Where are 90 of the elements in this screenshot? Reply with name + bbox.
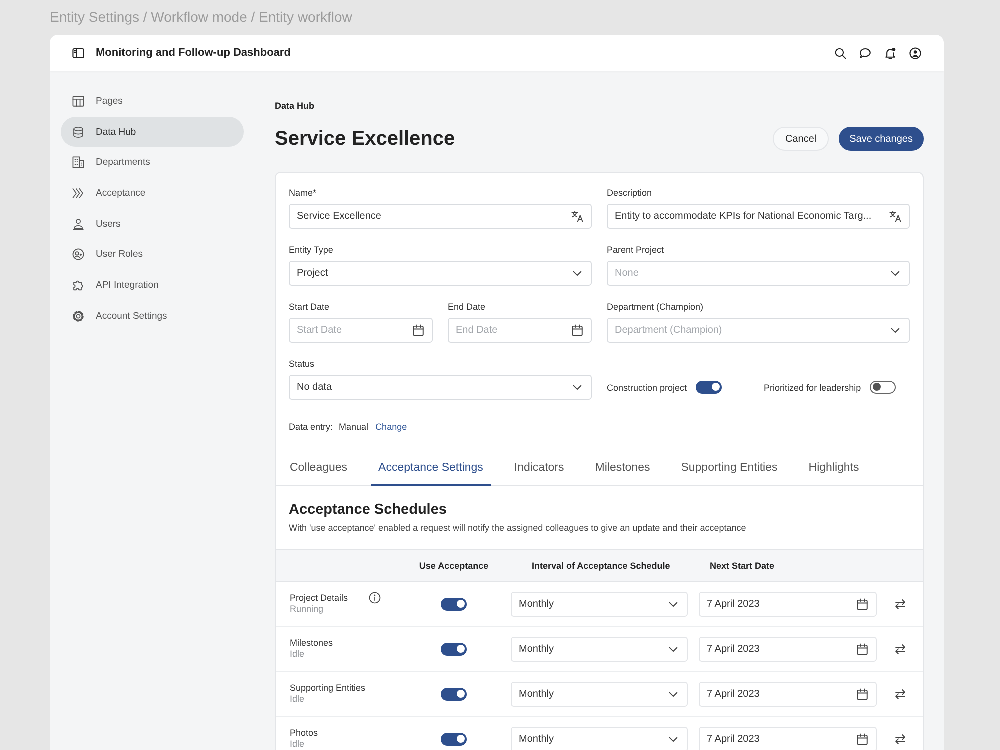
sidebar-item[interactable]: Acceptance bbox=[61, 178, 244, 209]
triple-chevron-icon bbox=[72, 186, 85, 200]
translate-icon[interactable] bbox=[571, 210, 584, 223]
sidebar-item[interactable]: Account Settings bbox=[61, 300, 244, 332]
toggle-switch[interactable] bbox=[441, 642, 467, 656]
section-description: With 'use acceptance' enabled a request will notify the assigned colleagues to give an update and their acceptance bbox=[289, 522, 748, 534]
cancel-button[interactable]: Cancel bbox=[773, 127, 829, 151]
field-label: Status bbox=[289, 358, 315, 370]
tab[interactable]: Colleagues bbox=[282, 453, 356, 486]
tab[interactable]: Milestones bbox=[587, 453, 658, 486]
building-icon bbox=[72, 156, 85, 170]
field-label: Parent Project bbox=[607, 244, 664, 256]
row-status: Idle bbox=[290, 739, 306, 750]
tab[interactable]: Supporting Entities bbox=[673, 453, 786, 486]
gear-icon bbox=[72, 310, 85, 323]
row-title: Photos bbox=[290, 728, 318, 739]
app-title: Monitoring and Follow-up Dashboard bbox=[96, 47, 291, 59]
data-entry-value: Manual bbox=[339, 421, 369, 433]
sidebar-item[interactable]: Users bbox=[61, 208, 244, 240]
dropdown[interactable]: Monthly bbox=[511, 682, 688, 706]
section-label: Data Hub bbox=[275, 100, 315, 112]
user-circle-icon bbox=[72, 248, 85, 262]
sidebar-item[interactable]: Pages bbox=[61, 86, 244, 117]
sidebar-item[interactable]: Data Hub bbox=[61, 116, 244, 148]
field-label: Name* bbox=[289, 187, 317, 199]
column-header: Next Start Date bbox=[709, 560, 775, 570]
info-icon[interactable] bbox=[369, 592, 381, 604]
switch-label: Prioritized for leadership bbox=[764, 382, 862, 392]
date-field[interactable]: 7 April 2023 bbox=[699, 592, 877, 616]
section-title: Acceptance Schedules bbox=[289, 501, 447, 519]
puzzle-icon bbox=[72, 278, 85, 292]
sidebar-toggle-icon[interactable] bbox=[72, 46, 85, 60]
swap-icon[interactable] bbox=[894, 642, 906, 656]
toggle-switch[interactable] bbox=[441, 732, 467, 746]
dropdown[interactable]: Project bbox=[289, 261, 592, 286]
data-entry-label: Data entry: bbox=[289, 421, 334, 433]
dropdown[interactable]: No data bbox=[289, 375, 592, 400]
user-circle-icon[interactable] bbox=[909, 46, 922, 60]
text-field[interactable]: Entity to accommodate KPIs for National Economic Targ... bbox=[607, 204, 910, 229]
row-status: Idle bbox=[290, 694, 306, 705]
field-label: Start Date bbox=[289, 301, 330, 313]
row-title: Project Details bbox=[290, 593, 348, 604]
field-label: End Date bbox=[448, 301, 486, 313]
table-icon bbox=[72, 94, 85, 108]
date-field[interactable]: 7 April 2023 bbox=[699, 726, 877, 750]
date-field[interactable]: 7 April 2023 bbox=[699, 682, 877, 706]
calendar-icon[interactable] bbox=[856, 688, 869, 700]
swap-icon[interactable] bbox=[894, 598, 906, 610]
column-header: Use Acceptance bbox=[419, 560, 489, 570]
chat-icon[interactable] bbox=[859, 46, 872, 60]
tab[interactable]: Acceptance Settings bbox=[370, 453, 492, 486]
bell-icon[interactable] bbox=[884, 46, 897, 60]
column-header: Interval of Acceptance Schedule bbox=[531, 560, 670, 570]
toggle-switch[interactable] bbox=[696, 381, 722, 394]
toggle-switch[interactable] bbox=[870, 381, 896, 394]
calendar-icon[interactable] bbox=[571, 324, 584, 337]
person-icon bbox=[72, 218, 85, 231]
breadcrumb: Entity Settings / Workflow mode / Entity workflow bbox=[50, 8, 354, 27]
dropdown[interactable]: Monthly bbox=[511, 592, 688, 616]
switch-label: Construction project bbox=[607, 382, 688, 392]
swap-icon[interactable] bbox=[894, 732, 906, 746]
field-label: Department (Champion) bbox=[607, 301, 704, 313]
save-button[interactable]: Save changes bbox=[838, 127, 924, 151]
sidebar-item[interactable]: User Roles bbox=[61, 239, 244, 270]
calendar-icon[interactable] bbox=[856, 598, 869, 610]
row-status: Running bbox=[290, 604, 325, 615]
field-label: Entity Type bbox=[289, 244, 334, 256]
calendar-icon[interactable] bbox=[856, 642, 869, 656]
text-field[interactable]: Service Excellence bbox=[289, 204, 592, 229]
toggle-switch[interactable] bbox=[441, 598, 467, 610]
row-status: Idle bbox=[290, 649, 306, 660]
dropdown[interactable]: Monthly bbox=[511, 726, 688, 750]
row-title: Milestones bbox=[290, 638, 334, 649]
sidebar-item[interactable]: Departments bbox=[61, 147, 244, 178]
database-icon bbox=[72, 126, 85, 139]
swap-icon[interactable] bbox=[894, 688, 906, 700]
change-link[interactable]: Change bbox=[376, 421, 408, 433]
search-icon[interactable] bbox=[834, 46, 847, 60]
calendar-icon[interactable] bbox=[856, 732, 869, 746]
row-title: Supporting Entities bbox=[290, 683, 366, 694]
dropdown[interactable]: Monthly bbox=[511, 636, 688, 662]
page-title: Service Excellence bbox=[275, 127, 456, 151]
tab[interactable]: Highlights bbox=[800, 453, 868, 486]
sidebar-item[interactable]: API Integration bbox=[61, 270, 244, 301]
date-field[interactable]: 7 April 2023 bbox=[699, 636, 877, 662]
field-label: Description bbox=[607, 187, 652, 199]
translate-icon[interactable] bbox=[889, 210, 902, 223]
toggle-switch[interactable] bbox=[441, 688, 467, 700]
tab[interactable]: Indicators bbox=[506, 453, 572, 486]
calendar-icon[interactable] bbox=[412, 324, 425, 337]
